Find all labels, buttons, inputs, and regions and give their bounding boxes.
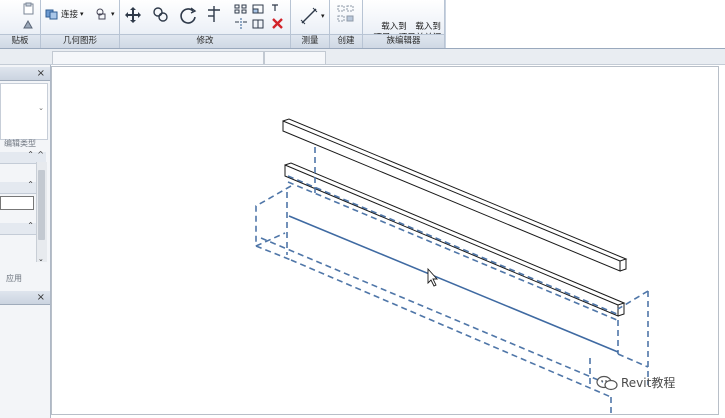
model-view[interactable] [52, 67, 718, 414]
clipboard-panel-title: 贴板 [0, 34, 40, 48]
match-type-icon[interactable] [22, 19, 34, 31]
view-tab[interactable] [52, 51, 264, 64]
pin-icon [272, 4, 278, 11]
move-button[interactable] [124, 6, 142, 24]
project-browser-header: × [0, 291, 50, 305]
edit-type-button[interactable]: 编辑类型 [4, 138, 36, 149]
rotate-button[interactable] [178, 6, 198, 26]
geometry-panel-title: 几何图形 [41, 34, 119, 48]
property-value-field[interactable] [0, 196, 34, 210]
create-group-button[interactable] [336, 4, 356, 26]
properties-scrollbar[interactable]: ⌄ [36, 162, 47, 263]
measure-button[interactable]: ▾ [299, 6, 325, 26]
middle-plank[interactable] [284, 162, 626, 317]
mirror-button[interactable] [234, 18, 248, 30]
collapse-icon[interactable]: ⌃ [27, 221, 34, 230]
chevron-down-icon[interactable]: ⌄ [38, 104, 44, 112]
rotate-icon [180, 7, 197, 24]
watermark: Revit教程 [596, 374, 675, 391]
clipboard-panel: 贴板 [0, 0, 41, 48]
modify-panel-title: 修改 [120, 34, 290, 48]
measure-panel-title: 测量 [291, 34, 329, 48]
properties-palette: × ⌄ 编辑类型 ⌃ ^ ⌃ ⌃ ⌄ 应用 × [0, 65, 51, 418]
move-icon [125, 7, 141, 23]
scale-icon [252, 4, 264, 14]
measure-dropdown-icon[interactable]: ▾ [321, 12, 325, 20]
pin-button[interactable] [270, 3, 280, 13]
array-button[interactable] [234, 4, 248, 14]
mirror-icon [235, 18, 247, 30]
collapse-icon[interactable]: ⌃ [27, 150, 34, 159]
family-editor-panel-title: 族编辑器 [363, 34, 444, 48]
join-label: 连接 [61, 10, 79, 20]
scroll-down-icon[interactable]: ⌄ [38, 255, 44, 263]
watermark-text: Revit教程 [621, 376, 676, 390]
copy-button[interactable] [152, 6, 170, 24]
ribbon-empty-area [445, 0, 725, 48]
measure-panel: ▾ 测量 [291, 0, 330, 48]
scroll-up-icon[interactable]: ^ [37, 150, 44, 159]
trim-button[interactable] [206, 4, 222, 24]
family-editor-panel: 载入到 项目 载入到 项目并关闭 族编辑器 [363, 0, 445, 48]
view-tab-strip [0, 49, 725, 65]
array-icon [234, 4, 247, 14]
modify-panel: 修改 [120, 0, 291, 48]
join-icon [45, 9, 58, 20]
view-tab-secondary[interactable] [264, 51, 326, 64]
cut-geometry-button[interactable]: ▾ [95, 8, 115, 20]
properties-group-3[interactable]: ⌃ [0, 221, 36, 235]
copy-icon [153, 7, 168, 22]
geometry-panel: 连接 ▾ ▾ 几何图形 [41, 0, 120, 48]
cut-dropdown-icon[interactable]: ▾ [111, 10, 115, 18]
delete-icon [272, 18, 283, 29]
ribbon: 贴板 连接 ▾ ▾ 几何图形 修改 ▾ 测量 创建 载入到 载入到 族编辑器 [0, 0, 725, 49]
cut-geometry-icon [96, 8, 106, 20]
mouse-cursor-icon [427, 267, 439, 287]
collapse-icon[interactable]: ⌃ [27, 180, 34, 189]
close-icon[interactable]: × [37, 67, 45, 80]
scale-button[interactable] [252, 4, 264, 14]
create-panel: 创建 [330, 0, 363, 48]
trim-icon [208, 6, 220, 22]
properties-palette-header: × [0, 67, 50, 81]
wechat-icon [596, 375, 618, 390]
join-button[interactable]: 连接 ▾ [45, 8, 84, 20]
close-icon[interactable]: × [37, 291, 45, 304]
scroll-thumb[interactable] [38, 170, 45, 240]
delete-button[interactable] [272, 18, 283, 29]
drawing-canvas[interactable] [51, 66, 719, 415]
join-dropdown-icon[interactable]: ▾ [80, 10, 84, 18]
split-button[interactable] [252, 18, 264, 30]
paste-icon[interactable] [22, 2, 36, 16]
create-group-icon [337, 5, 354, 22]
split-icon [252, 19, 264, 29]
properties-group-2[interactable]: ⌃ [0, 180, 36, 194]
apply-button[interactable]: 应用 [6, 273, 22, 284]
measure-icon [300, 7, 318, 25]
create-panel-title: 创建 [330, 34, 362, 48]
type-selector[interactable]: ⌄ [0, 83, 48, 140]
